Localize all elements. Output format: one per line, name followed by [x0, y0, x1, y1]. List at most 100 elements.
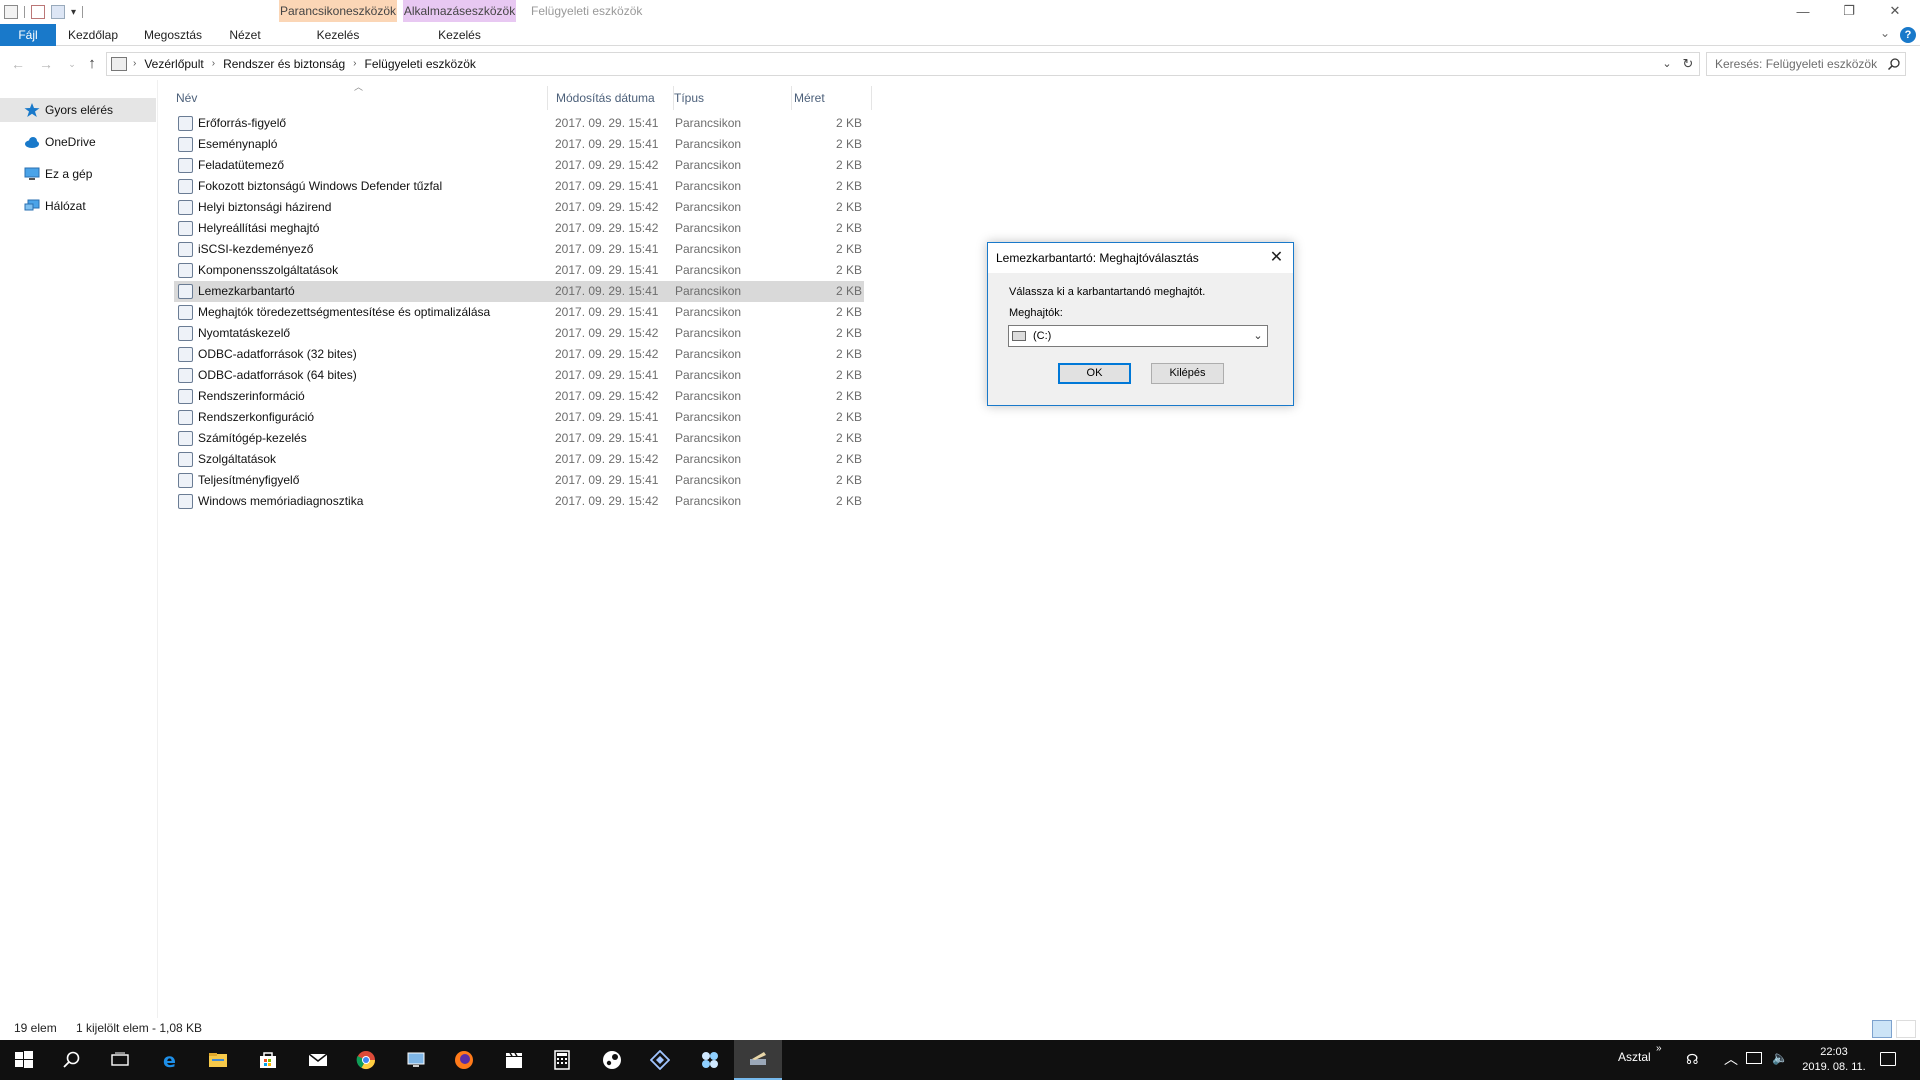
taskbar-item[interactable] [636, 1040, 684, 1080]
sidebar-item-quick-access[interactable]: Gyors elérés [0, 98, 156, 122]
table-row[interactable]: Komponensszolgáltatások 2017. 09. 29. 15:… [174, 260, 864, 281]
large-icons-view-button[interactable] [1896, 1020, 1916, 1038]
window-title: Felügyeleti eszközök [531, 4, 643, 18]
taskbar-item[interactable] [538, 1040, 586, 1080]
column-header-name[interactable]: Név [174, 86, 548, 110]
customize-toolbar-icon[interactable]: ▾ [71, 7, 76, 18]
table-row[interactable]: Meghajtók töredezettségmentesítése és op… [174, 302, 864, 323]
tab-manage-shortcut[interactable]: Kezelés [279, 24, 397, 46]
taskbar-item[interactable] [440, 1040, 488, 1080]
taskbar-item[interactable] [244, 1040, 292, 1080]
table-row[interactable]: ODBC-adatforrások (64 bites) 2017. 09. 29… [174, 365, 864, 386]
file-date: 2017. 09. 29. 15:41 [555, 137, 659, 151]
table-row[interactable]: Teljesítményfigyelő 2017. 09. 29. 15:41 Pa… [174, 470, 864, 491]
breadcrumb-system-security[interactable]: Rendszer és biztonság [223, 53, 345, 75]
taskbar-item[interactable] [490, 1040, 538, 1080]
tab-file[interactable]: Fájl [0, 24, 56, 46]
action-center-icon[interactable] [1880, 1052, 1896, 1066]
table-row[interactable]: Erőforrás-figyelő 2017. 09. 29. 15:41 Para… [174, 113, 864, 134]
table-row[interactable]: Fokozott biztonságú Windows Defender tűz… [174, 176, 864, 197]
minimize-button[interactable]: — [1780, 0, 1826, 22]
taskbar-item[interactable] [96, 1040, 144, 1080]
table-row[interactable]: Szolgáltatások 2017. 09. 29. 15:42 Parancs… [174, 449, 864, 470]
properties-icon[interactable] [4, 5, 18, 19]
drive-select[interactable]: (C:) ⌄ [1008, 325, 1268, 347]
column-header-date[interactable]: Módosítás dátuma [554, 86, 674, 110]
table-row[interactable]: Rendszerinformáció 2017. 09. 29. 15:42 Par… [174, 386, 864, 407]
refresh-icon[interactable]: ↻ [1679, 53, 1697, 75]
taskbar-item[interactable]: e [146, 1040, 194, 1080]
shortcut-icon [178, 221, 193, 236]
volume-icon[interactable]: 🔈 [1772, 1050, 1788, 1066]
breadcrumb-separator-icon[interactable]: › [353, 53, 356, 75]
expand-ribbon-icon[interactable]: ⌄ [1880, 26, 1890, 40]
table-row[interactable]: Számítógép-kezelés 2017. 09. 29. 15:41 Par… [174, 428, 864, 449]
network-status-icon[interactable] [1746, 1052, 1762, 1064]
help-icon[interactable]: ? [1900, 27, 1916, 43]
address-history-dropdown-icon[interactable]: ⌄ [1659, 53, 1675, 75]
tab-home[interactable]: Kezdőlap [60, 24, 126, 46]
new-folder-icon[interactable] [51, 5, 65, 19]
taskbar-item[interactable] [194, 1040, 242, 1080]
table-row[interactable]: Nyomtatáskezelő 2017. 09. 29. 15:42 Paranc… [174, 323, 864, 344]
table-row[interactable]: Rendszerkonfiguráció 2017. 09. 29. 15:41 P… [174, 407, 864, 428]
file-size: 2 KB [835, 158, 862, 172]
address-bar[interactable]: › Vezérlőpult › Rendszer és biztonság › … [106, 52, 1700, 76]
search-box[interactable] [1706, 52, 1906, 76]
tab-manage-application[interactable]: Kezelés [403, 24, 516, 46]
clock[interactable]: 22:03 2019. 08. 11. [1800, 1045, 1868, 1075]
taskbar-item[interactable] [0, 1040, 48, 1080]
taskbar-item[interactable] [342, 1040, 390, 1080]
tab-view[interactable]: Nézet [218, 24, 272, 46]
shortcut-icon [178, 242, 193, 257]
taskbar-item[interactable] [734, 1040, 782, 1080]
taskbar-item[interactable] [392, 1040, 440, 1080]
desktop-toolbar-label[interactable]: Asztal [1618, 1050, 1651, 1064]
close-button[interactable]: ✕ [1872, 0, 1918, 22]
table-row[interactable]: iSCSI-kezdeményező 2017. 09. 29. 15:41 Par… [174, 239, 864, 260]
breadcrumb-separator-icon[interactable]: › [212, 53, 215, 75]
taskbar-item[interactable] [48, 1040, 96, 1080]
table-row[interactable]: Helyi biztonsági házirend 2017. 09. 29. 1… [174, 197, 864, 218]
table-row[interactable]: Eseménynapló 2017. 09. 29. 15:41 Parancsik… [174, 134, 864, 155]
restore-button[interactable]: ❐ [1826, 0, 1872, 22]
taskbar-item[interactable] [588, 1040, 636, 1080]
search-input[interactable] [1707, 53, 1883, 75]
file-type: Parancsikon [675, 431, 742, 445]
taskbar-item[interactable] [686, 1040, 734, 1080]
table-row[interactable]: Feladatütemező 2017. 09. 29. 15:42 Parancs… [174, 155, 864, 176]
file-name: Meghajtók töredezettségmentesítése és op… [198, 305, 491, 319]
people-icon[interactable]: ☊ [1686, 1051, 1698, 1068]
checklist-icon[interactable] [31, 5, 45, 19]
exit-button[interactable]: Kilépés [1151, 363, 1224, 384]
sidebar-item-this-pc[interactable]: Ez a gép [0, 162, 156, 186]
table-row[interactable]: Lemezkarbantartó 2017. 09. 29. 15:41 Paran… [174, 281, 864, 302]
file-name: Feladatütemező [198, 158, 285, 172]
desktop-toolbar-expand-icon[interactable]: » [1656, 1043, 1662, 1054]
column-header-type[interactable]: Típus [672, 86, 792, 110]
dialog-close-icon[interactable]: ✕ [1260, 243, 1293, 273]
file-list: ︿ Név Módosítás dátuma Típus Méret Erőfo… [174, 80, 1914, 1018]
taskbar-item[interactable] [294, 1040, 342, 1080]
sidebar-item-network[interactable]: Hálózat [0, 194, 156, 218]
up-button[interactable]: ↑ [82, 54, 102, 74]
search-icon[interactable] [1887, 57, 1901, 71]
breadcrumb-admin-tools[interactable]: Felügyeleti eszközök [364, 53, 475, 75]
ok-button[interactable]: OK [1058, 363, 1131, 384]
file-size: 2 KB [835, 326, 862, 340]
table-row[interactable]: ODBC-adatforrások (32 bites) 2017. 09. 29… [174, 344, 864, 365]
tab-share[interactable]: Megosztás [136, 24, 210, 46]
column-header-size[interactable]: Méret [792, 86, 872, 110]
back-button[interactable]: ← [8, 54, 28, 74]
recent-locations-icon[interactable]: ⌄ [62, 54, 82, 74]
file-date: 2017. 09. 29. 15:41 [555, 368, 659, 382]
breadcrumb-separator-icon[interactable]: › [133, 53, 136, 75]
forward-button[interactable]: → [36, 54, 56, 74]
sidebar-item-onedrive[interactable]: OneDrive [0, 130, 156, 154]
table-row[interactable]: Helyreállítási meghajtó 2017. 09. 29. 15:… [174, 218, 864, 239]
breadcrumb-control-panel[interactable]: Vezérlőpult [144, 53, 203, 75]
details-view-button[interactable] [1872, 1020, 1892, 1038]
chevron-down-icon[interactable]: ⌄ [1249, 326, 1267, 346]
show-hidden-icons-icon[interactable]: ︿ [1724, 1049, 1738, 1069]
table-row[interactable]: Windows memóriadiagnosztika 2017. 09. 29.… [174, 491, 864, 512]
